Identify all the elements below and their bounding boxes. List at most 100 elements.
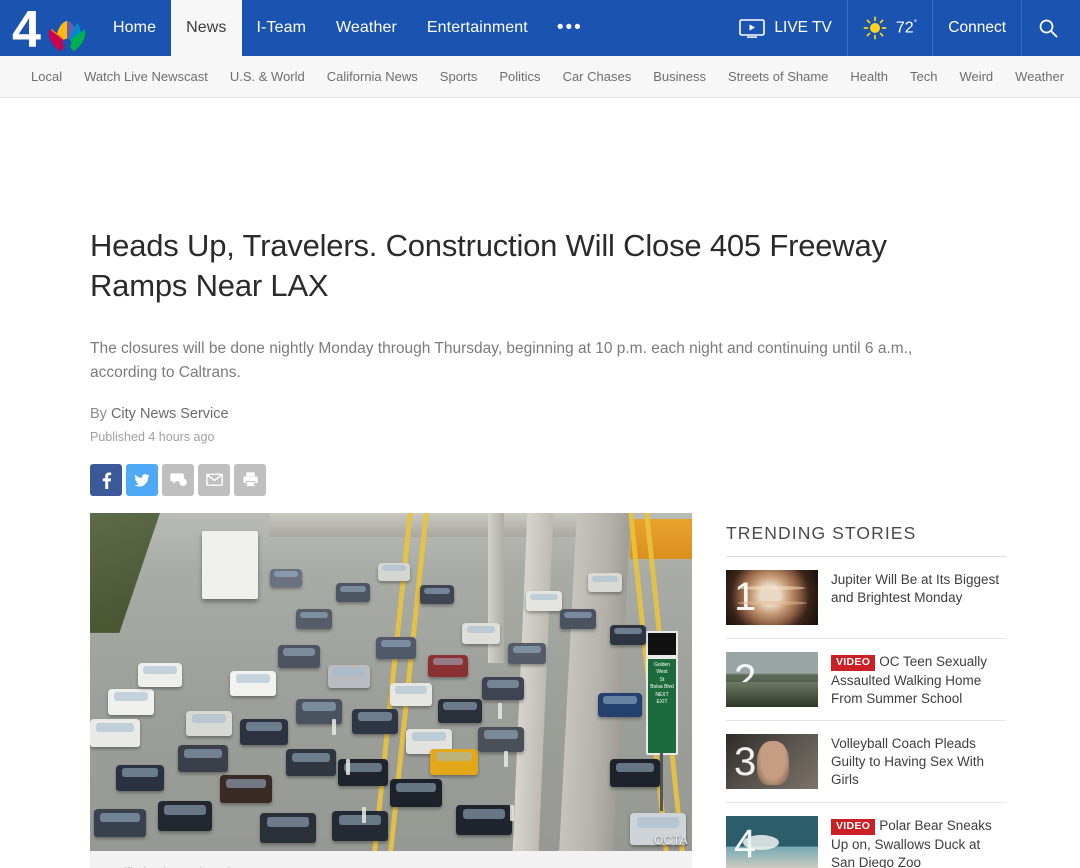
- article-figure: Golden West St Bolsa Blvd NEXT EXIT OCTA: [90, 512, 692, 868]
- trending-headline-wrap: VIDEO Polar Bear Sneaks Up on, Swallows D…: [831, 816, 1006, 868]
- vehicle: [90, 718, 140, 747]
- byline-author[interactable]: City News Service: [111, 406, 229, 422]
- svg-text:4: 4: [12, 5, 41, 51]
- article-hero-image: Golden West St Bolsa Blvd NEXT EXIT OCTA: [90, 512, 692, 851]
- vehicle: [610, 624, 646, 645]
- email-share-button[interactable]: [198, 463, 230, 496]
- sign-line-2: St: [659, 676, 665, 683]
- twitter-icon: [134, 473, 150, 487]
- twitter-share-button[interactable]: [126, 463, 158, 496]
- vehicle: [376, 636, 416, 659]
- photo-credit: OCTA: [653, 832, 688, 847]
- trending-rank: 2: [734, 657, 757, 702]
- vehicle: [336, 582, 370, 602]
- envelope-icon: [205, 473, 223, 487]
- byline-prefix: By: [90, 405, 107, 422]
- primary-menu: Home News I-Team Weather Entertainment •…: [98, 0, 597, 56]
- vehicle: [186, 710, 232, 736]
- vehicle: [526, 590, 562, 611]
- byline: By City News Service: [90, 406, 990, 422]
- printer-icon: [242, 472, 258, 488]
- vehicle: [108, 688, 154, 715]
- vehicle: [240, 718, 288, 745]
- vehicle: [328, 664, 370, 688]
- vehicle: [478, 726, 524, 752]
- nav-item-home-label: Home: [113, 19, 157, 36]
- trending-item-4[interactable]: 4 VIDEO Polar Bear Sneaks Up on, Swallows…: [726, 803, 1006, 868]
- degree-symbol: °: [913, 18, 918, 29]
- subnav-item-car-chases[interactable]: Car Chases: [552, 69, 643, 84]
- nav-item-i-team-label: I-Team: [256, 19, 307, 36]
- vehicle: [588, 572, 622, 592]
- subnav-item-watch-live-newscast[interactable]: Watch Live Newscast: [73, 69, 219, 84]
- subnav-item-sports[interactable]: Sports: [429, 69, 489, 84]
- vehicle: [158, 800, 212, 831]
- weather-widget[interactable]: 72°: [846, 0, 932, 56]
- photo-caption: Traffic is pictured on the 405 Freeway.: [90, 850, 692, 868]
- top-navigation-bar: 4 Home News I-Team Weather Entertainment…: [0, 0, 1080, 56]
- temperature-value: 72°: [896, 18, 917, 37]
- comment-share-button[interactable]: [162, 463, 194, 496]
- page-content: Heads Up, Travelers. Construction Will C…: [0, 226, 1080, 868]
- sign-line-4: NEXT: [655, 691, 669, 698]
- vehicle: [286, 748, 336, 776]
- nav-item-entertainment[interactable]: Entertainment: [412, 0, 543, 56]
- vehicle: [390, 682, 432, 706]
- vehicle: [138, 662, 182, 687]
- published-timestamp: Published 4 hours ago: [90, 429, 215, 444]
- nav-item-home[interactable]: Home: [98, 0, 171, 56]
- subnav-item-streets-of-shame[interactable]: Streets of Shame: [717, 69, 839, 84]
- highway-exit-sign: Golden West St Bolsa Blvd NEXT EXIT: [646, 656, 678, 755]
- vehicle: [598, 692, 642, 717]
- vehicle: [508, 642, 546, 664]
- trending-headline: Volleyball Coach Pleads Guilty to Having…: [831, 736, 985, 787]
- subnav-item-california-news[interactable]: California News: [316, 69, 429, 84]
- subnav-item-politics[interactable]: Politics: [488, 69, 551, 84]
- vehicle: [378, 562, 410, 581]
- facebook-share-button[interactable]: [90, 463, 122, 496]
- article-summary: The closures will be done nightly Monday…: [90, 340, 913, 381]
- overhead-gantry: [270, 512, 610, 537]
- more-menu-icon[interactable]: •••: [543, 0, 597, 56]
- sign-post: [660, 752, 663, 811]
- trending-thumbnail: 1: [726, 569, 818, 625]
- subnav-item-health[interactable]: Health: [839, 69, 899, 84]
- trending-rank: 3: [734, 739, 757, 784]
- trending-item-3[interactable]: 3 Volleyball Coach Pleads Guilty to Havi…: [726, 721, 1006, 804]
- vehicle: [278, 644, 320, 668]
- main-column: Golden West St Bolsa Blvd NEXT EXIT OCTA: [90, 512, 692, 868]
- orange-truck: [630, 518, 692, 559]
- nav-item-i-team[interactable]: I-Team: [242, 0, 322, 56]
- content-columns: Golden West St Bolsa Blvd NEXT EXIT OCTA…: [90, 512, 1006, 868]
- trending-item-1[interactable]: 1 Jupiter Will Be at Its Biggest and Bri…: [726, 557, 1006, 639]
- vehicle: [178, 744, 228, 772]
- trending-item-2[interactable]: 2 VIDEO OC Teen Sexually Assaulted Walkin…: [726, 639, 1006, 722]
- trending-thumbnail: 3: [726, 734, 818, 790]
- vehicle: [462, 622, 500, 644]
- subnav-item-weird[interactable]: Weird: [948, 69, 1004, 84]
- nav-item-weather[interactable]: Weather: [321, 0, 412, 56]
- print-button[interactable]: [234, 463, 266, 496]
- subnav-item-us-world[interactable]: U.S. & World: [219, 69, 316, 84]
- box-truck: [202, 530, 258, 599]
- nav-item-weather-label: Weather: [336, 19, 397, 36]
- search-icon: [1039, 19, 1058, 38]
- vehicle: [430, 748, 478, 775]
- nbc-4-peacock-logo[interactable]: 4: [0, 0, 98, 56]
- search-button[interactable]: [1021, 0, 1074, 56]
- subnav-item-local[interactable]: Local: [20, 69, 73, 84]
- trending-thumbnail: 2: [726, 651, 818, 707]
- nav-item-news[interactable]: News: [171, 0, 242, 56]
- subnav-item-business[interactable]: Business: [642, 69, 717, 84]
- live-tv-button[interactable]: LIVE TV: [724, 0, 846, 56]
- connect-button[interactable]: Connect: [932, 0, 1021, 56]
- video-badge: VIDEO: [831, 819, 876, 836]
- trending-rank: 4: [734, 821, 757, 866]
- vehicle: [270, 568, 302, 587]
- temperature-number: 72: [895, 19, 914, 37]
- subnav-item-tech[interactable]: Tech: [899, 69, 948, 84]
- nav-utility-group: LIVE TV 72° Connect: [724, 0, 1080, 56]
- subnav-item-weather[interactable]: Weather: [1004, 69, 1075, 84]
- live-tv-icon: [739, 18, 766, 38]
- vehicle: [220, 774, 272, 803]
